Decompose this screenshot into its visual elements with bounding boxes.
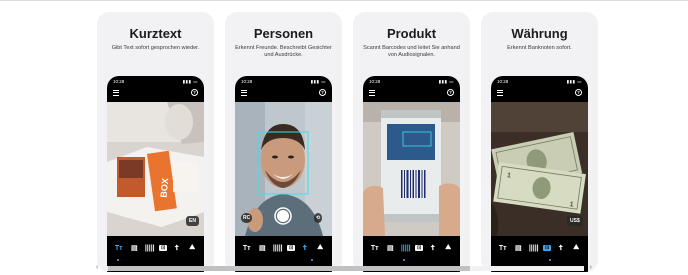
language-badge[interactable]: EN [186, 216, 199, 226]
card-subtitle: Gibt Text sofort gesprochen wieder. [111, 45, 200, 51]
hamburger-menu-icon[interactable] [113, 90, 119, 96]
document-icon[interactable]: ▤ [256, 244, 268, 252]
currency-badge[interactable]: US$ [567, 216, 583, 226]
horizontal-scrollbar[interactable]: ‹ › [96, 264, 592, 272]
channel-toolbar: Tт ▤ ||||| ⊡ ☦ ⛰ [363, 236, 460, 260]
screenshot-gallery: Kurztext Gibt Text sofort gesprochen wie… [0, 0, 688, 275]
text-icon[interactable]: Tт [113, 245, 125, 252]
hamburger-menu-icon[interactable] [497, 90, 503, 96]
active-indicator-dot [403, 259, 405, 261]
phone-mockup: 10:28 ▮▮▮ ▭ ? RC ⟲ Tт ▤ ||||| ⊡ ☦ ⛰ [235, 76, 332, 272]
help-icon[interactable]: ? [191, 89, 198, 96]
active-indicator-dot [311, 259, 313, 261]
scene-icon[interactable]: ⛰ [442, 244, 454, 252]
person-icon[interactable]: ☦ [555, 244, 567, 252]
status-bar: 10:28 ▮▮▮ ▭ [235, 76, 332, 88]
phone-mockup: BOX 10:28 ▮▮▮ ▭ ? EN Tт ▤ ||||| ⊡ ☦ ⛰ [107, 76, 204, 272]
card-title: Währung [511, 26, 568, 41]
currency-icon[interactable]: ⊡ [415, 245, 424, 251]
card-subtitle: Scannt Barcodes und leitet Sie anhand vo… [363, 45, 460, 58]
screenshot-card-waehrung[interactable]: Währung Erkennt Banknoten sofort. 1 1 10… [481, 12, 598, 272]
text-icon[interactable]: Tт [497, 245, 509, 252]
status-time: 10:28 [113, 79, 125, 84]
scene-icon[interactable]: ⛰ [314, 244, 326, 252]
active-indicator-dot [117, 259, 119, 261]
scroll-right-arrow-icon[interactable]: › [590, 264, 592, 272]
document-icon[interactable]: ▤ [128, 244, 140, 252]
signal-battery-icon: ▮▮▮ ▭ [438, 79, 454, 84]
help-icon[interactable]: ? [319, 89, 326, 96]
person-icon[interactable]: ☦ [427, 244, 439, 252]
screenshot-card-produkt[interactable]: Produkt Scannt Barcodes und leitet Sie a… [353, 12, 470, 272]
signal-battery-icon: ▮▮▮ ▭ [310, 79, 326, 84]
text-icon[interactable]: Tт [241, 245, 253, 252]
currency-icon[interactable]: ⊡ [159, 245, 168, 251]
status-time: 10:28 [241, 79, 253, 84]
camera-view-can [363, 102, 460, 236]
barcode-icon[interactable]: ||||| [272, 245, 284, 252]
hamburger-menu-icon[interactable] [241, 90, 247, 96]
card-title: Personen [253, 26, 314, 41]
scroll-thumb[interactable] [108, 266, 470, 271]
barcode-icon[interactable]: ||||| [528, 245, 540, 252]
status-bar: 10:28 ▮▮▮ ▭ [491, 76, 588, 88]
channel-toolbar: Tт ▤ ||||| ⊡ ☦ ⛰ [491, 236, 588, 260]
status-bar: 10:28 ▮▮▮ ▭ [107, 76, 204, 88]
screenshot-card-personen[interactable]: Personen Erkennt Freunde. Beschreibt Ges… [225, 12, 342, 272]
active-indicator-dot [549, 259, 551, 261]
status-bar: 10:28 ▮▮▮ ▭ [363, 76, 460, 88]
scene-icon[interactable]: ⛰ [186, 244, 198, 252]
currency-icon[interactable]: ⊡ [287, 245, 296, 251]
phone-mockup: 1 1 10:28 ▮▮▮ ▭ ? US$ Tт ▤ ||||| ⊡ ☦ ⛰ [491, 76, 588, 272]
channel-toolbar: Tт ▤ ||||| ⊡ ☦ ⛰ [235, 236, 332, 260]
card-subtitle: Erkennt Banknoten sofort. [507, 45, 572, 51]
hamburger-menu-icon[interactable] [369, 90, 375, 96]
document-icon[interactable]: ▤ [512, 244, 524, 252]
screenshot-card-kurztext[interactable]: Kurztext Gibt Text sofort gesprochen wie… [97, 12, 214, 272]
status-time: 10:28 [369, 79, 381, 84]
card-title: Kurztext [129, 26, 182, 41]
scene-icon[interactable]: ⛰ [570, 244, 582, 252]
channel-toolbar: Tт ▤ ||||| ⊡ ☦ ⛰ [107, 236, 204, 260]
card-subtitle: Erkennt Freunde. Beschreibt Gesichter un… [235, 45, 332, 58]
card-title: Produkt [386, 26, 437, 41]
svg-text:BOX: BOX [159, 178, 171, 198]
currency-icon[interactable]: ⊡ [543, 245, 552, 251]
phone-mockup: 10:28 ▮▮▮ ▭ ? Tт ▤ ||||| ⊡ ☦ ⛰ [363, 76, 460, 272]
signal-battery-icon: ▮▮▮ ▭ [566, 79, 582, 84]
person-icon[interactable]: ☦ [299, 244, 311, 252]
help-icon[interactable]: ? [447, 89, 454, 96]
status-time: 10:28 [497, 79, 509, 84]
can-photo [363, 102, 460, 236]
signal-battery-icon: ▮▮▮ ▭ [182, 79, 198, 84]
scroll-left-arrow-icon[interactable]: ‹ [96, 264, 98, 272]
document-icon[interactable]: ▤ [384, 244, 396, 252]
barcode-icon[interactable]: ||||| [144, 245, 156, 252]
barcode-icon[interactable]: ||||| [400, 245, 412, 252]
person-icon[interactable]: ☦ [171, 244, 183, 252]
text-icon[interactable]: Tт [369, 245, 381, 252]
help-icon[interactable]: ? [575, 89, 582, 96]
